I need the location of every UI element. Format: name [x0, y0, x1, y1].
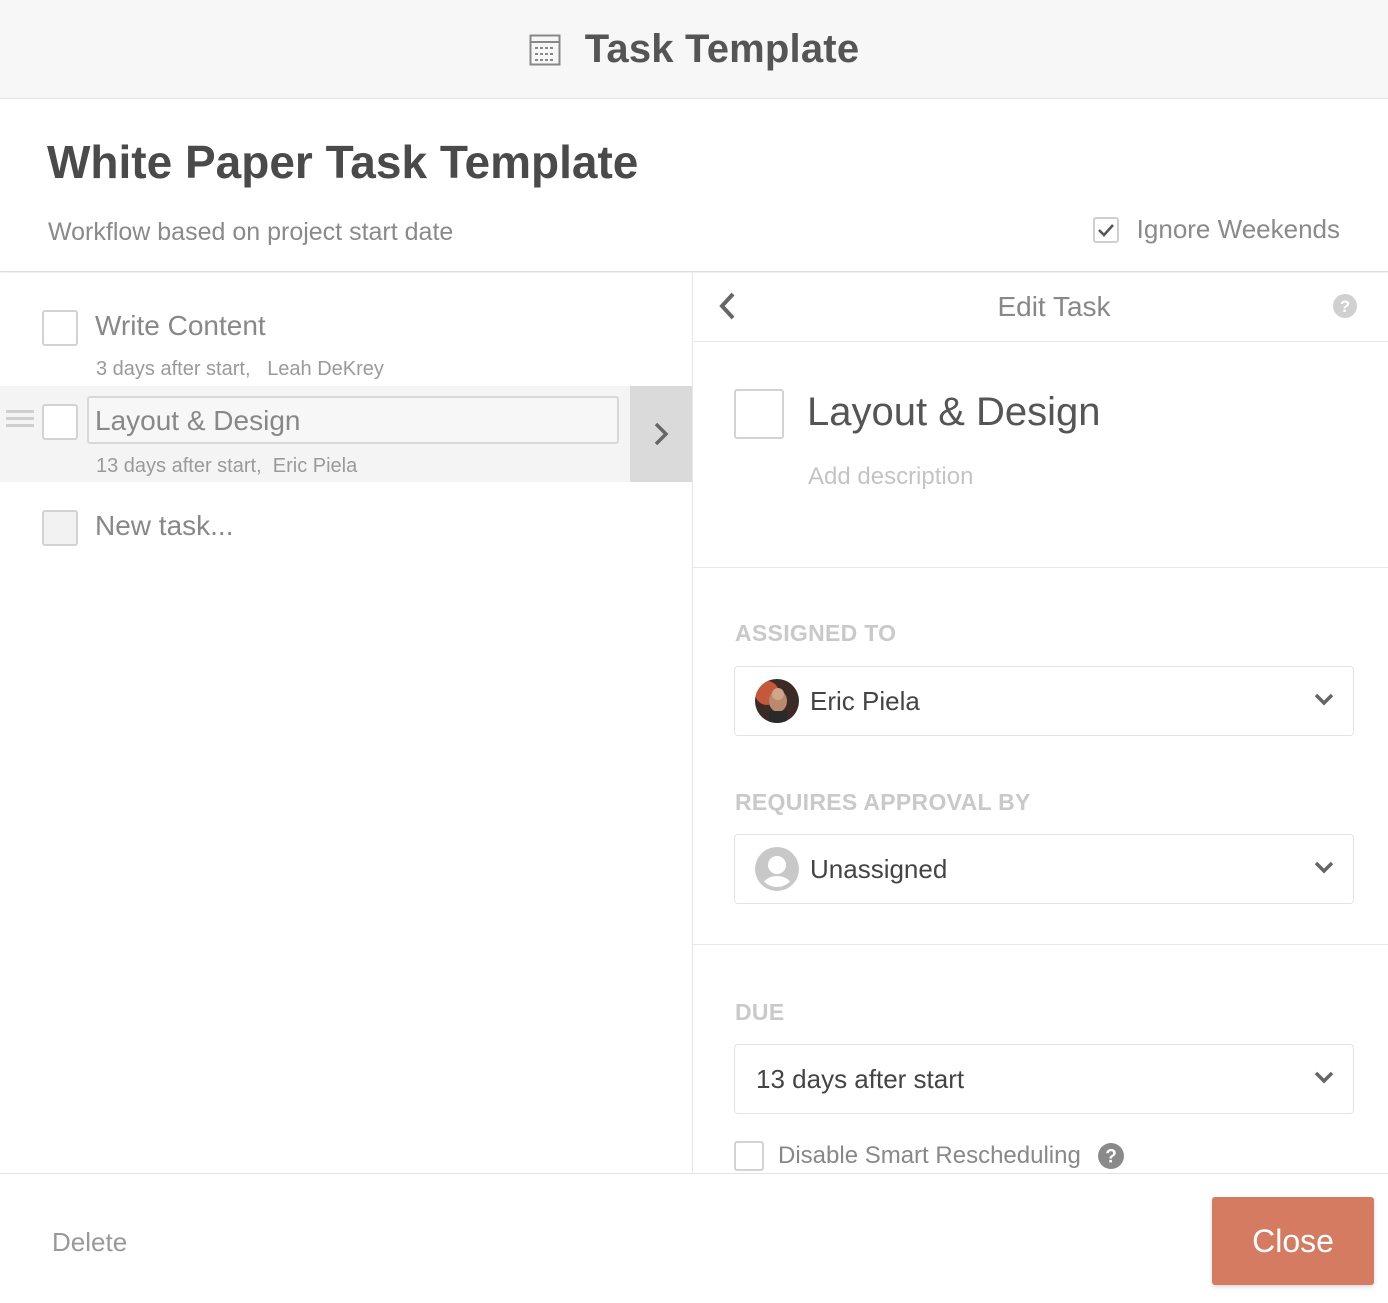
modal-footer: Delete Close: [0, 1173, 1388, 1303]
smart-rescheduling-toggle[interactable]: Disable Smart Rescheduling ?: [734, 1141, 1125, 1171]
edit-task-panel: Edit Task ? Layout & Design Add descript…: [693, 273, 1388, 1173]
delete-button[interactable]: Delete: [52, 1227, 127, 1258]
assigned-to-select[interactable]: Eric Piela: [734, 666, 1354, 736]
section-divider: [693, 944, 1388, 945]
new-task-input[interactable]: New task...: [95, 510, 233, 542]
assigned-to-label: ASSIGNED TO: [735, 620, 897, 646]
task-title[interactable]: Layout & Design: [807, 390, 1101, 435]
template-header: White Paper Task Template Workflow based…: [0, 99, 1388, 272]
task-assignee: Eric Piela: [272, 455, 358, 477]
checkmark-icon: [1097, 223, 1114, 237]
assigned-to-value: Eric Piela: [810, 686, 920, 716]
help-icon[interactable]: ?: [1332, 293, 1358, 319]
new-task-row[interactable]: New task...: [0, 495, 692, 555]
description-input[interactable]: Add description: [808, 463, 973, 491]
task-due: 13 days after start,: [96, 455, 262, 477]
chevron-down-icon: [1314, 693, 1334, 706]
new-task-checkbox: [42, 510, 78, 546]
chevron-down-icon: [1314, 861, 1334, 874]
modal-topbar: Task Template: [0, 0, 1388, 99]
drag-handle-icon[interactable]: [6, 410, 34, 431]
avatar: [755, 679, 799, 723]
task-due: 3 days after start,: [96, 358, 251, 380]
ignore-weekends-checkbox[interactable]: [1092, 216, 1119, 243]
template-title[interactable]: White Paper Task Template: [47, 135, 638, 189]
task-meta: 3 days after start, Leah DeKrey: [96, 358, 384, 381]
open-task-button[interactable]: [630, 386, 692, 482]
task-name-input[interactable]: Layout & Design: [87, 396, 619, 444]
modal-title: Task Template: [584, 26, 860, 71]
chevron-down-icon: [1314, 1071, 1334, 1084]
smart-rescheduling-label: Disable Smart Rescheduling: [778, 1142, 1081, 1169]
task-complete-checkbox[interactable]: [734, 389, 784, 439]
task-checkbox[interactable]: [42, 310, 78, 346]
due-label: DUE: [735, 999, 785, 1025]
svg-text:?: ?: [1105, 1147, 1117, 1168]
close-button[interactable]: Close: [1212, 1197, 1374, 1285]
requires-approval-label: REQUIRES APPROVAL BY: [735, 789, 1031, 815]
task-checkbox[interactable]: [42, 404, 78, 440]
workflow-subtitle: Workflow based on project start date: [48, 218, 454, 246]
ignore-weekends-toggle[interactable]: Ignore Weekends: [1092, 214, 1340, 245]
due-value: 13 days after start: [756, 1064, 965, 1094]
svg-text:?: ?: [1340, 297, 1350, 316]
default-avatar-icon: [755, 847, 799, 891]
chevron-right-icon: [654, 422, 669, 446]
requires-approval-value: Unassigned: [810, 854, 948, 884]
task-meta: 13 days after start, Eric Piela: [96, 455, 357, 478]
task-assignee: Leah DeKrey: [267, 358, 384, 380]
help-icon[interactable]: ?: [1097, 1142, 1125, 1170]
ignore-weekends-label: Ignore Weekends: [1136, 214, 1340, 244]
edit-panel-title: Edit Task: [997, 291, 1111, 322]
edit-panel-header: Edit Task ?: [693, 273, 1388, 342]
task-list: Write Content 3 days after start, Leah D…: [0, 273, 692, 1173]
due-select[interactable]: 13 days after start: [734, 1044, 1354, 1114]
list-item-selected[interactable]: Layout & Design 13 days after start, Eri…: [0, 386, 692, 482]
task-detail: Layout & Design Add description: [693, 342, 1388, 568]
requires-approval-select[interactable]: Unassigned: [734, 834, 1354, 904]
template-icon: [529, 34, 561, 66]
task-name: Write Content: [95, 310, 266, 341]
list-item[interactable]: Write Content 3 days after start, Leah D…: [0, 273, 692, 385]
smart-rescheduling-checkbox[interactable]: [734, 1141, 764, 1171]
